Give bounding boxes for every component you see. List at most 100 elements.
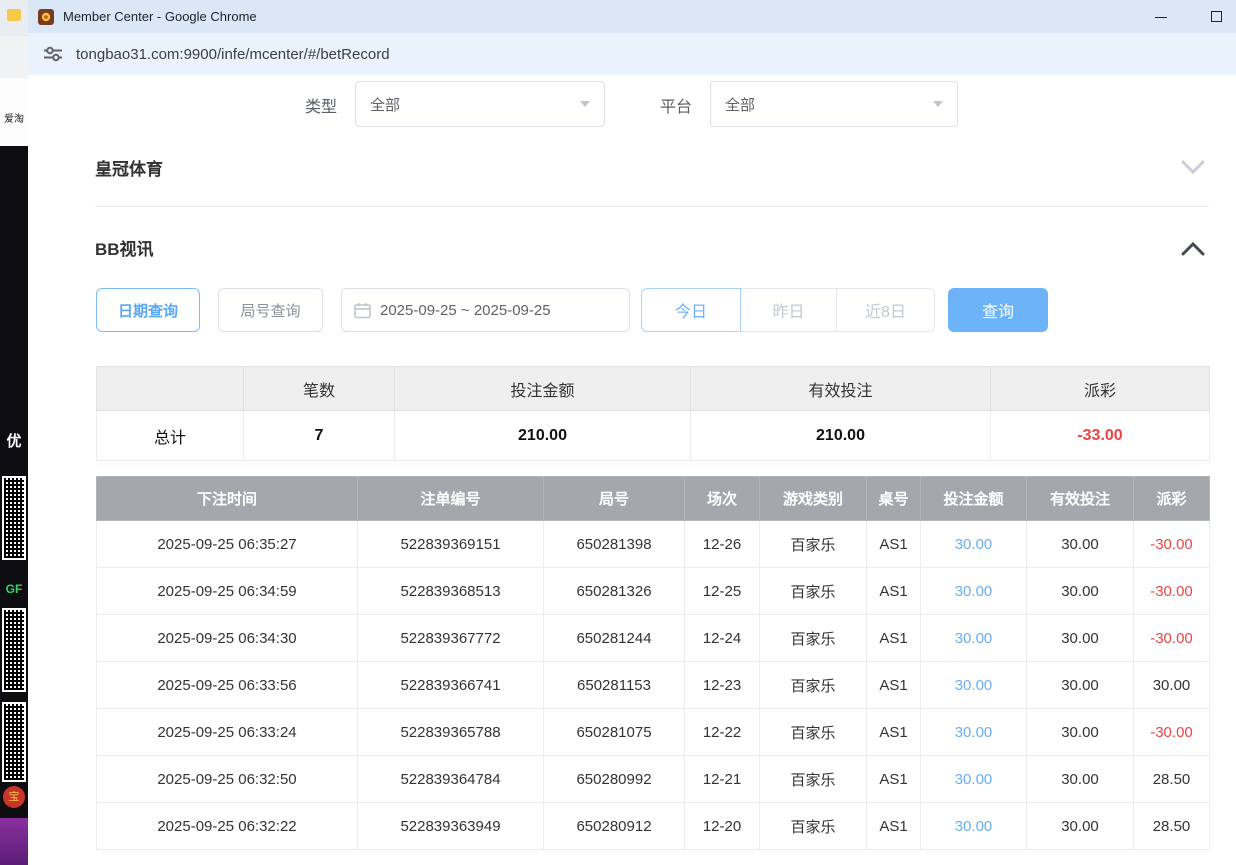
- folder-icon: [7, 9, 21, 21]
- yesterday-button[interactable]: 昨日: [740, 288, 837, 332]
- bet-table-row: 2025-09-25 06:34:59522839368513650281326…: [97, 568, 1210, 615]
- minimize-button[interactable]: [1155, 11, 1167, 23]
- cell-payout: -30.00: [1134, 568, 1210, 615]
- url-text[interactable]: tongbao31.com:9900/infe/mcenter/#/betRec…: [76, 46, 390, 63]
- cell-session: 12-25: [685, 568, 760, 615]
- bet-table-body: 2025-09-25 06:35:27522839369151650281398…: [97, 521, 1210, 850]
- browser-url-bar[interactable]: tongbao31.com:9900/infe/mcenter/#/betRec…: [28, 33, 1236, 75]
- bet-table-row: 2025-09-25 06:32:50522839364784650280992…: [97, 756, 1210, 803]
- cell-session: 12-26: [685, 521, 760, 568]
- desktop-strip-purple: [0, 818, 28, 865]
- cell-bet-amount[interactable]: 30.00: [921, 662, 1027, 709]
- cell-valid-bet: 30.00: [1027, 568, 1134, 615]
- quick-range-group: 今日 昨日 近8日: [641, 288, 935, 332]
- platform-select-value: 全部: [725, 94, 755, 115]
- summary-table: 笔数 投注金额 有效投注 派彩 总计 7 210.00 210.00 -33.0…: [96, 366, 1210, 461]
- header-session: 场次: [685, 477, 760, 521]
- desktop-text-you: 优: [0, 430, 28, 451]
- chevron-up-icon[interactable]: [1180, 241, 1206, 257]
- desktop-strip-top: [0, 0, 28, 36]
- today-button[interactable]: 今日: [641, 288, 741, 332]
- cell-round-id: 650280912: [544, 803, 685, 850]
- platform-filter-label: 平台: [660, 93, 692, 117]
- summary-header-bet-amount: 投注金额: [395, 367, 691, 411]
- browser-window: Member Center - Google Chrome tongbao31.…: [28, 0, 1236, 865]
- cell-table-id: AS1: [867, 521, 921, 568]
- cell-round-id: 650281326: [544, 568, 685, 615]
- cell-game-type: 百家乐: [760, 803, 867, 850]
- cell-game-type: 百家乐: [760, 756, 867, 803]
- summary-total-row: 总计 7 210.00 210.00 -33.00: [97, 411, 1210, 461]
- bet-table-header-row: 下注时间 注单编号 局号 场次 游戏类别 桌号 投注金额 有效投注 派彩: [97, 477, 1210, 521]
- cell-valid-bet: 30.00: [1027, 615, 1134, 662]
- header-game-type: 游戏类别: [760, 477, 867, 521]
- summary-header-valid-bet: 有效投注: [691, 367, 991, 411]
- cell-session: 12-22: [685, 709, 760, 756]
- site-favicon-icon: [38, 9, 54, 25]
- header-bet-amount: 投注金额: [921, 477, 1027, 521]
- cell-order-id: 522839368513: [358, 568, 544, 615]
- type-filter-label: 类型: [305, 93, 337, 117]
- bet-table-row: 2025-09-25 06:33:56522839366741650281153…: [97, 662, 1210, 709]
- cell-table-id: AS1: [867, 756, 921, 803]
- date-range-picker[interactable]: 2025-09-25 ~ 2025-09-25: [341, 288, 630, 332]
- window-title: Member Center - Google Chrome: [63, 9, 257, 24]
- cell-valid-bet: 30.00: [1027, 662, 1134, 709]
- bet-record-table: 下注时间 注单编号 局号 场次 游戏类别 桌号 投注金额 有效投注 派彩 202…: [96, 476, 1210, 850]
- cell-table-id: AS1: [867, 568, 921, 615]
- cell-valid-bet: 30.00: [1027, 709, 1134, 756]
- date-range-value: 2025-09-25 ~ 2025-09-25: [380, 302, 551, 319]
- bet-table-row: 2025-09-25 06:32:22522839363949650280912…: [97, 803, 1210, 850]
- qr-code: [2, 702, 26, 782]
- round-query-button[interactable]: 局号查询: [218, 288, 323, 332]
- cell-table-id: AS1: [867, 709, 921, 756]
- cell-valid-bet: 30.00: [1027, 521, 1134, 568]
- cell-payout: -30.00: [1134, 615, 1210, 662]
- cell-payout: -30.00: [1134, 521, 1210, 568]
- cell-bet-amount[interactable]: 30.00: [921, 709, 1027, 756]
- calendar-icon: [354, 302, 371, 319]
- platform-select[interactable]: 全部: [710, 81, 958, 127]
- chevron-down-icon[interactable]: [1180, 159, 1206, 175]
- cell-payout: 28.50: [1134, 803, 1210, 850]
- cell-bet-time: 2025-09-25 06:34:59: [97, 568, 358, 615]
- chevron-down-icon: [933, 101, 943, 107]
- cell-table-id: AS1: [867, 615, 921, 662]
- date-query-button[interactable]: 日期查询: [96, 288, 200, 332]
- cell-game-type: 百家乐: [760, 662, 867, 709]
- desktop-strip-label: 爱淘: [0, 78, 28, 146]
- section-crown-sports[interactable]: 皇冠体育: [95, 155, 163, 180]
- search-button[interactable]: 查询: [948, 288, 1048, 332]
- cell-order-id: 522839366741: [358, 662, 544, 709]
- summary-bet-amount-value: 210.00: [395, 411, 691, 461]
- cell-game-type: 百家乐: [760, 521, 867, 568]
- cell-round-id: 650281153: [544, 662, 685, 709]
- header-payout: 派彩: [1134, 477, 1210, 521]
- type-select-value: 全部: [370, 94, 400, 115]
- cell-bet-amount[interactable]: 30.00: [921, 521, 1027, 568]
- cell-bet-amount[interactable]: 30.00: [921, 568, 1027, 615]
- cell-bet-time: 2025-09-25 06:32:50: [97, 756, 358, 803]
- cell-bet-amount[interactable]: 30.00: [921, 615, 1027, 662]
- cell-bet-amount[interactable]: 30.00: [921, 803, 1027, 850]
- header-order-id: 注单编号: [358, 477, 544, 521]
- cell-round-id: 650281075: [544, 709, 685, 756]
- cell-session: 12-20: [685, 803, 760, 850]
- maximize-button[interactable]: [1211, 11, 1222, 22]
- type-select[interactable]: 全部: [355, 81, 605, 127]
- cell-payout: 30.00: [1134, 662, 1210, 709]
- last-8-days-button[interactable]: 近8日: [836, 288, 935, 332]
- site-settings-icon[interactable]: [44, 46, 62, 62]
- cell-bet-time: 2025-09-25 06:32:22: [97, 803, 358, 850]
- header-valid-bet: 有效投注: [1027, 477, 1134, 521]
- cell-session: 12-24: [685, 615, 760, 662]
- section-bb-video[interactable]: BB视讯: [95, 235, 154, 260]
- summary-header-row: 笔数 投注金额 有效投注 派彩: [97, 367, 1210, 411]
- summary-header-payout: 派彩: [991, 367, 1210, 411]
- cell-bet-time: 2025-09-25 06:33:56: [97, 662, 358, 709]
- cell-order-id: 522839365788: [358, 709, 544, 756]
- cell-table-id: AS1: [867, 662, 921, 709]
- section-divider: [95, 206, 1209, 207]
- cell-bet-amount[interactable]: 30.00: [921, 756, 1027, 803]
- header-bet-time: 下注时间: [97, 477, 358, 521]
